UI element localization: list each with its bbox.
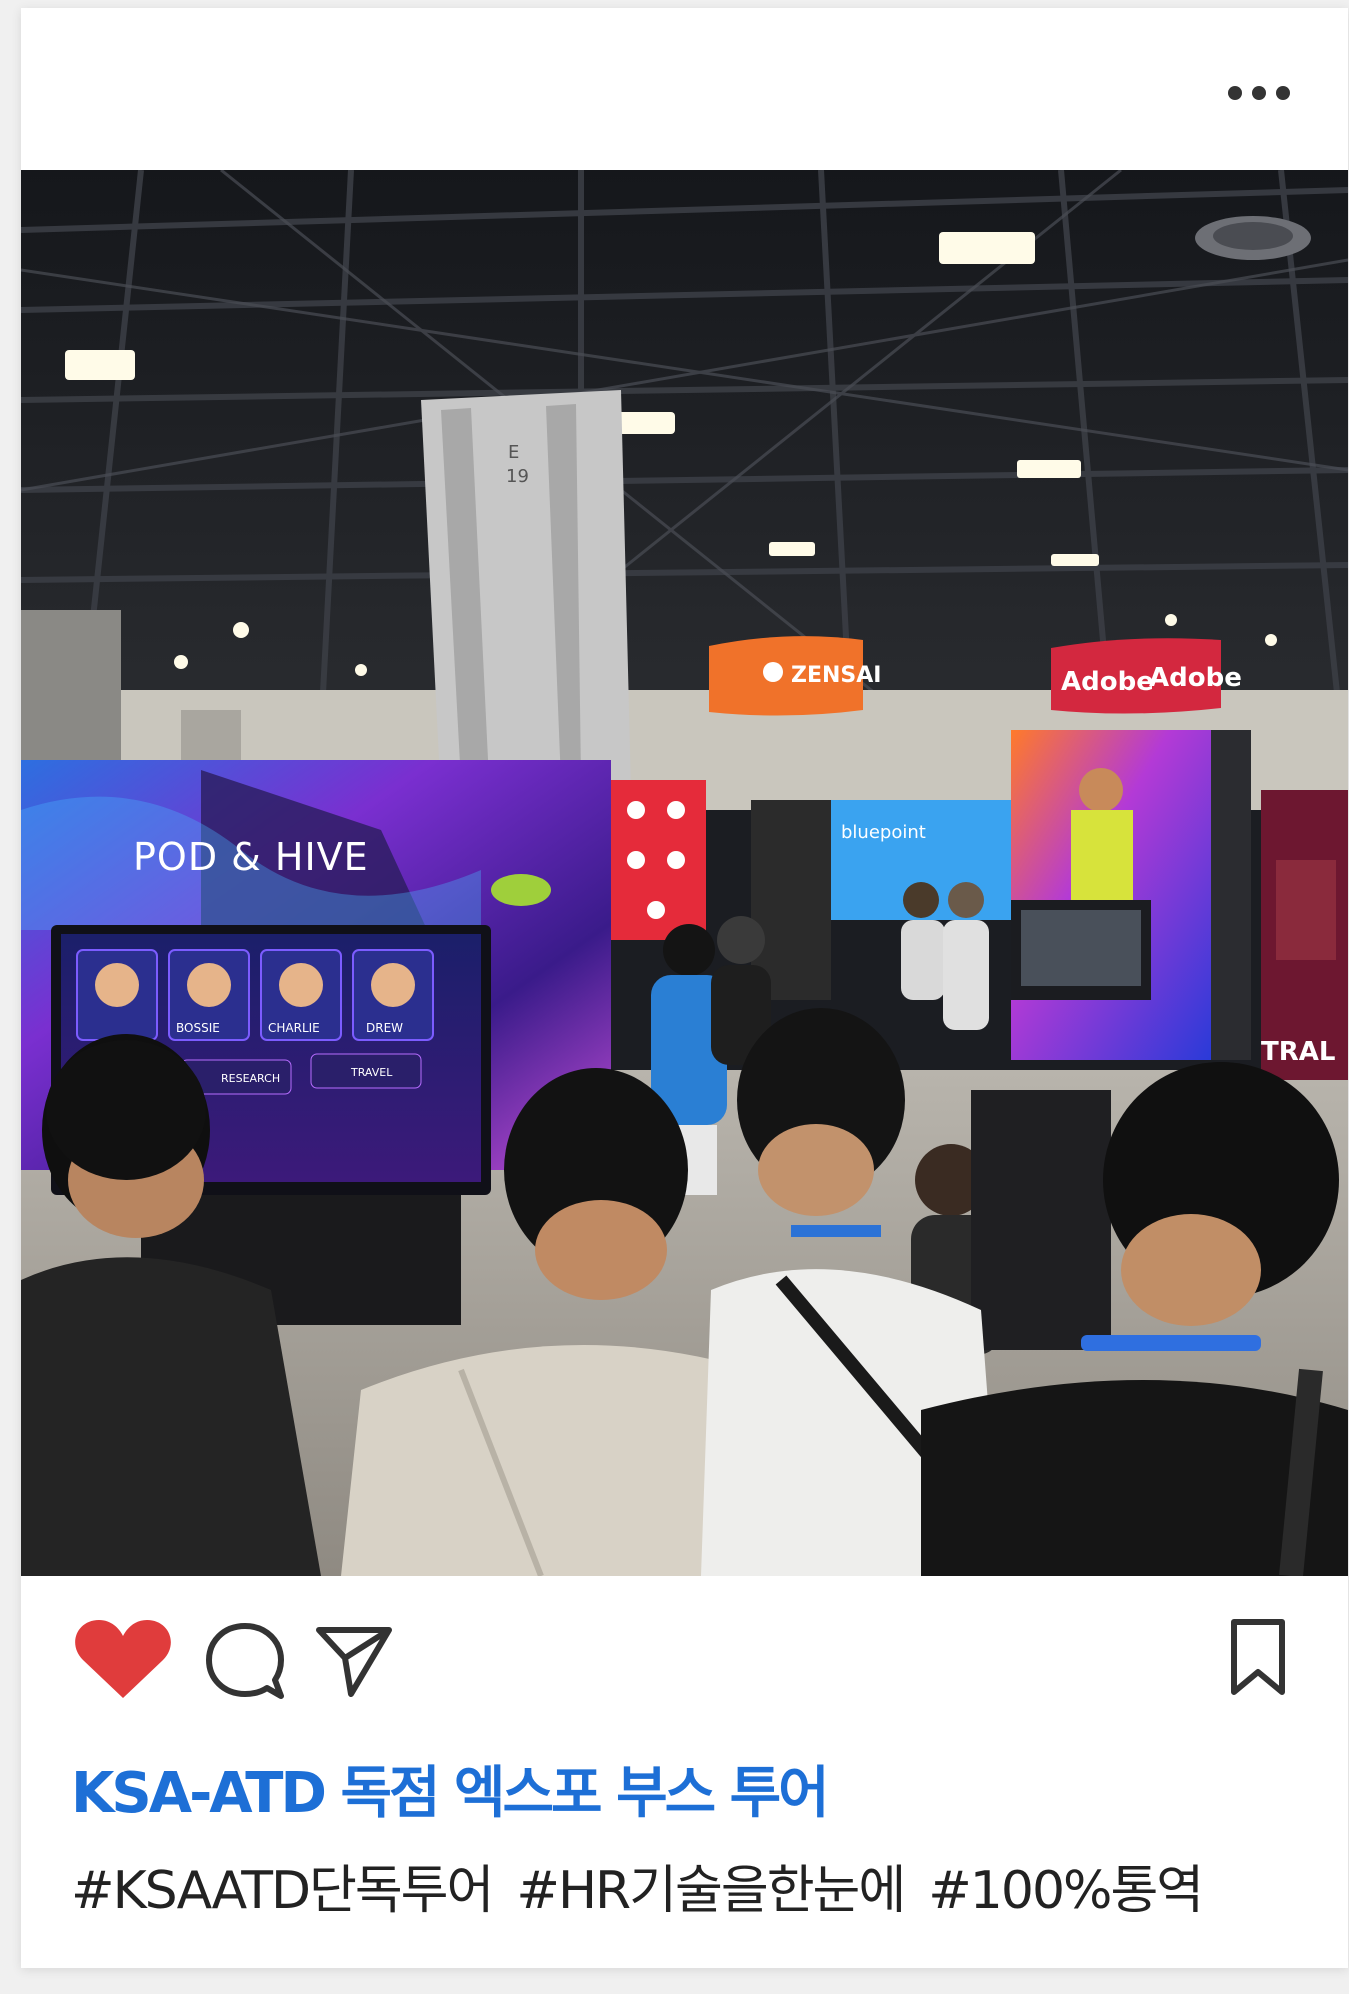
heart-icon (75, 1620, 171, 1698)
hashtag[interactable]: #KSAATD단독투어 (71, 1848, 494, 1923)
comment-icon (206, 1623, 284, 1699)
screen-name-3: DREW (366, 1021, 403, 1035)
zensai-banner-text: ZENSAI (791, 663, 881, 688)
screen-name-1: BOSSIE (176, 1021, 220, 1035)
send-icon (316, 1627, 392, 1697)
more-dot-icon (1276, 86, 1290, 100)
screen-button-travel: TRAVEL (350, 1066, 393, 1079)
hashtag[interactable]: #100%통역 (928, 1848, 1204, 1923)
share-button[interactable] (313, 1622, 395, 1700)
caption-hashtags: #KSAATD단독투어 #HR기술을한눈에 #100%통역 (71, 1848, 1204, 1923)
more-dot-icon (1228, 86, 1242, 100)
pillar-sign: E (508, 442, 519, 463)
svg-text:19: 19 (506, 466, 529, 487)
caption-title: KSA-ATD 독점 엑스포 부스 투어 (71, 1761, 830, 1826)
bluepoint-sign: bluepoint (841, 822, 926, 843)
bookmark-icon (1231, 1619, 1285, 1695)
bookmark-button[interactable] (1226, 1618, 1290, 1698)
more-options-button[interactable] (1222, 82, 1296, 104)
post-card: E 19 ZENSAI Adobe Adobe POD & HIVE bluep… (21, 8, 1348, 1968)
booth-title-text: POD & HIVE (133, 835, 369, 879)
expo-booth-photo: E 19 ZENSAI Adobe Adobe POD & HIVE bluep… (21, 170, 1348, 1576)
screen-name-2: CHARLIE (268, 1021, 320, 1035)
more-dot-icon (1252, 86, 1266, 100)
hashtag[interactable]: #HR기술을한눈에 (516, 1848, 906, 1923)
adobe-banner-right: Adobe (1149, 663, 1242, 693)
screen-button-research: RESEARCH (221, 1072, 280, 1085)
like-button[interactable] (73, 1618, 173, 1700)
comment-button[interactable] (203, 1620, 287, 1702)
adobe-banner-left: Adobe (1061, 667, 1154, 697)
post-photo[interactable]: E 19 ZENSAI Adobe Adobe POD & HIVE bluep… (21, 170, 1348, 1576)
side-sign-text: TRAL (1261, 1037, 1335, 1067)
